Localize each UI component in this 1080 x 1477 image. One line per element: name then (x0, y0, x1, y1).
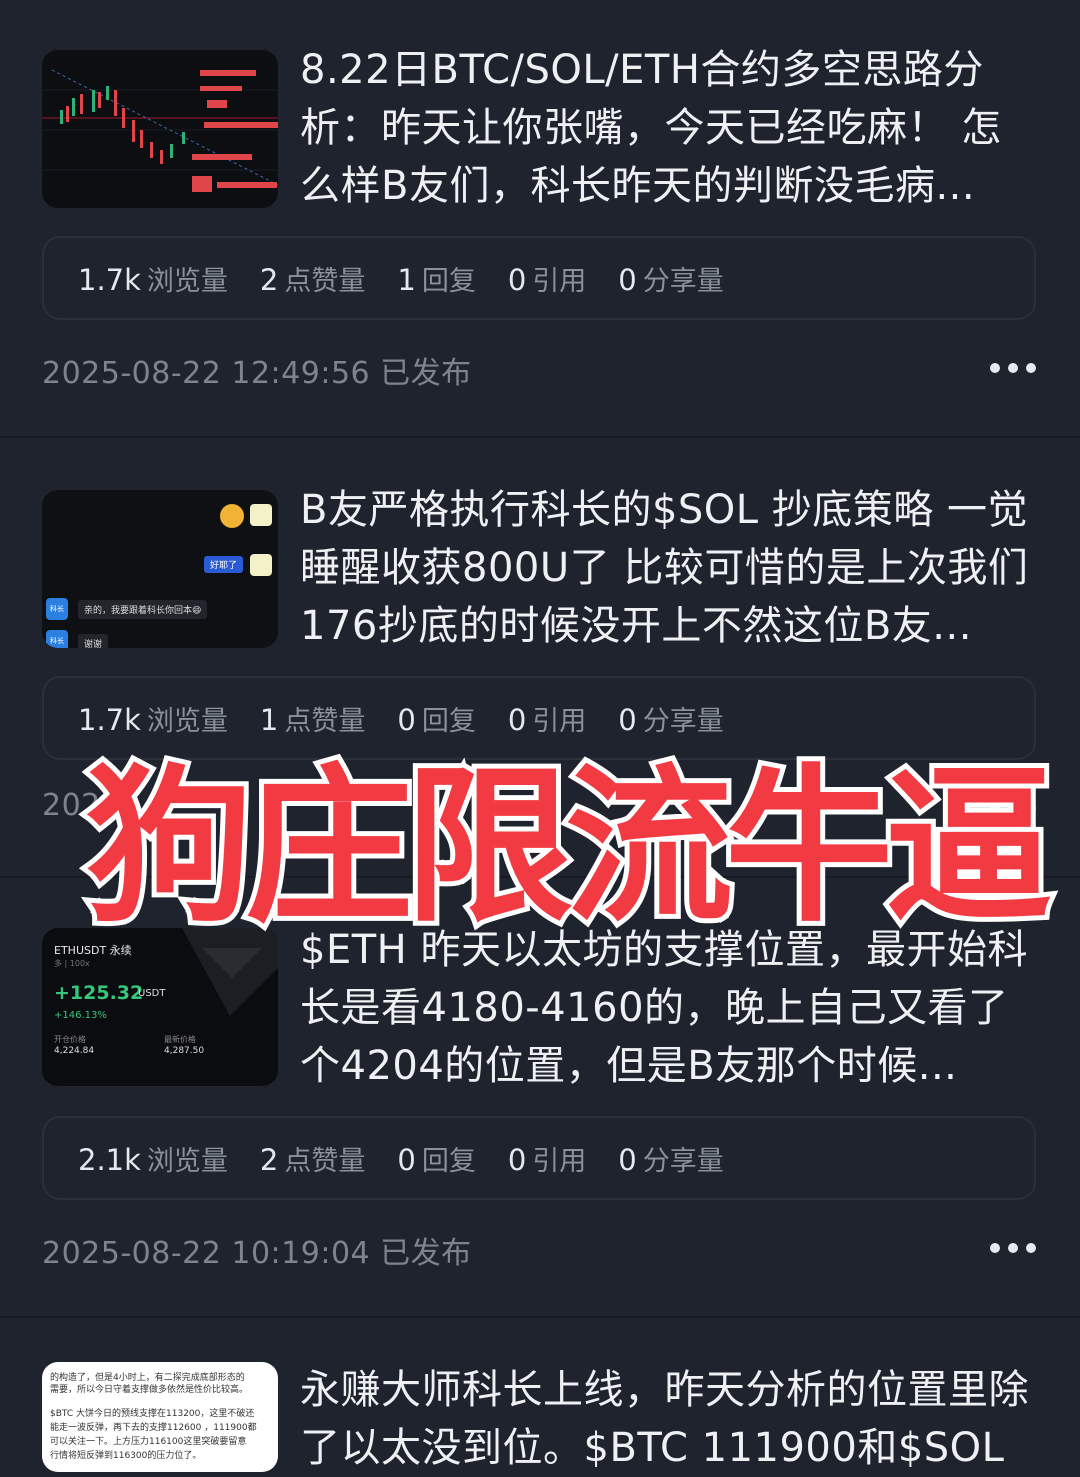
pnl-percent: +146.13% (54, 1010, 107, 1021)
more-options-icon[interactable] (990, 1242, 1036, 1254)
stat-views-label: 浏览量 (146, 1145, 228, 1177)
stat-quotes-count: 0 (507, 1142, 527, 1177)
stat-replies-count: 1 (397, 262, 416, 297)
stat-shares-label: 分享量 (642, 265, 724, 297)
stat-quotes: 0 引用 (508, 259, 586, 298)
post-timestamp: 2025-08-22 10:19:04 已发布 (42, 1236, 472, 1271)
pnl-value: +125.32 (54, 982, 144, 1004)
post-title[interactable]: 永赚大师科长上线，昨天分析的位置里除了以太没到位。$BTC 111900和$SO… (300, 1361, 1040, 1477)
stat-likes-count: 2 (259, 262, 279, 297)
stat-quotes: 0 引用 (508, 1139, 586, 1178)
avatar: 科长 (46, 630, 68, 648)
open-price-label: 开仓价格 (54, 1035, 86, 1044)
post-thumbnail-chart[interactable] (42, 50, 278, 208)
stat-shares: 0 分享量 (618, 1139, 723, 1178)
thumbnail-text-line: 可以关注一下。上方压力116100这里突破要留意 (50, 1437, 247, 1447)
stat-views-label: 浏览量 (146, 265, 228, 297)
stat-replies-label: 回复 (421, 265, 476, 297)
overlay-caption: 狗庄限流牛逼 (80, 744, 1058, 950)
thumbnail-text-line: 需要，所以今日守着支撑做多依然是性价比较高。 (50, 1385, 249, 1395)
last-price-label: 最新价格 (164, 1035, 196, 1044)
stat-likes: 2 点赞量 (260, 1139, 365, 1178)
stat-shares-count: 0 (618, 262, 637, 297)
chat-bubble: 亲的，我要跟着科长你回本😄 (78, 600, 208, 619)
chat-bubble: 好耶了 (204, 556, 244, 573)
post-title[interactable]: 8.22日BTC/SOL/ETH合约多空思路分析：昨天让你张嘴，今天已经吃麻！ … (300, 41, 1040, 215)
avatar (250, 554, 272, 576)
last-price-value: 4,287.50 (164, 1046, 205, 1056)
stat-views: 2.1k 浏览量 (78, 1139, 228, 1178)
post-card[interactable]: 的构造了，但是4小时上，有二探完成底部形态的 需要，所以今日守着支撑做多依然是性… (0, 1318, 1080, 1472)
more-options-icon[interactable] (990, 362, 1036, 374)
chat-bubble: 谢谢 (78, 634, 109, 648)
candlestick-chart-image (42, 50, 278, 208)
stat-views-count: 2.1k (78, 1142, 141, 1177)
stat-likes-count: 2 (259, 1142, 279, 1177)
stat-likes: 2 点赞量 (260, 259, 365, 298)
stat-views: 1.7k 浏览量 (78, 259, 228, 298)
stat-shares-label: 分享量 (642, 1145, 724, 1177)
post-title[interactable]: B友严格执行科长的$SOL 抄底策略 一觉睡醒收获800U了 比较可惜的是上次我… (300, 481, 1040, 655)
stat-replies-label: 回复 (421, 1145, 476, 1177)
stat-quotes-label: 引用 (532, 265, 587, 297)
thumbnail-text-line: 行情将短反弹到116300的压力位了。 (50, 1451, 202, 1461)
stat-likes-label: 点赞量 (284, 1145, 366, 1177)
post-card[interactable]: 8.22日BTC/SOL/ETH合约多空思路分析：昨天让你张嘴，今天已经吃麻！ … (0, 0, 1080, 436)
thumbnail-text-line: $BTC 大饼今日的预线支撑在113200，这里不破还 (50, 1409, 255, 1419)
thumbnail-text-line: 的构造了，但是4小时上，有二探完成底部形态的 (50, 1373, 245, 1383)
stat-shares: 0 分享量 (618, 259, 723, 298)
stat-replies: 0 回复 (397, 1139, 475, 1178)
pnl-unit: USDT (138, 988, 166, 999)
stat-views-count: 1.7k (78, 262, 141, 297)
avatar (220, 504, 244, 528)
position-side: 多 | 100x (54, 959, 90, 968)
stat-quotes-label: 引用 (532, 1145, 587, 1177)
post-thumbnail-text-image[interactable]: 的构造了，但是4小时上，有二探完成底部形态的 需要，所以今日守着支撑做多依然是性… (42, 1362, 278, 1472)
post-thumbnail-chat[interactable]: 好耶了 科长 亲的，我要跟着科长你回本😄 科长 谢谢 (42, 490, 278, 648)
stat-quotes-count: 0 (507, 262, 527, 297)
stat-replies: 1 回复 (397, 259, 475, 298)
stat-shares-count: 0 (618, 1142, 637, 1177)
thumbnail-text-line: 能走一波反弹，再下去的支撑112600 ，111900都 (50, 1423, 257, 1433)
stat-replies-count: 0 (397, 1142, 416, 1177)
open-price-value: 4,224.84 (54, 1046, 95, 1056)
avatar: 科长 (46, 598, 68, 620)
avatar (250, 504, 272, 526)
post-stats-bar: 2.1k 浏览量 2 点赞量 0 回复 0 引用 0 分享量 (42, 1116, 1036, 1200)
stat-likes-label: 点赞量 (284, 265, 366, 297)
post-timestamp: 2025-08-22 12:49:56 已发布 (42, 356, 472, 391)
post-stats-bar: 1.7k 浏览量 2 点赞量 1 回复 0 引用 0 分享量 (42, 236, 1036, 320)
